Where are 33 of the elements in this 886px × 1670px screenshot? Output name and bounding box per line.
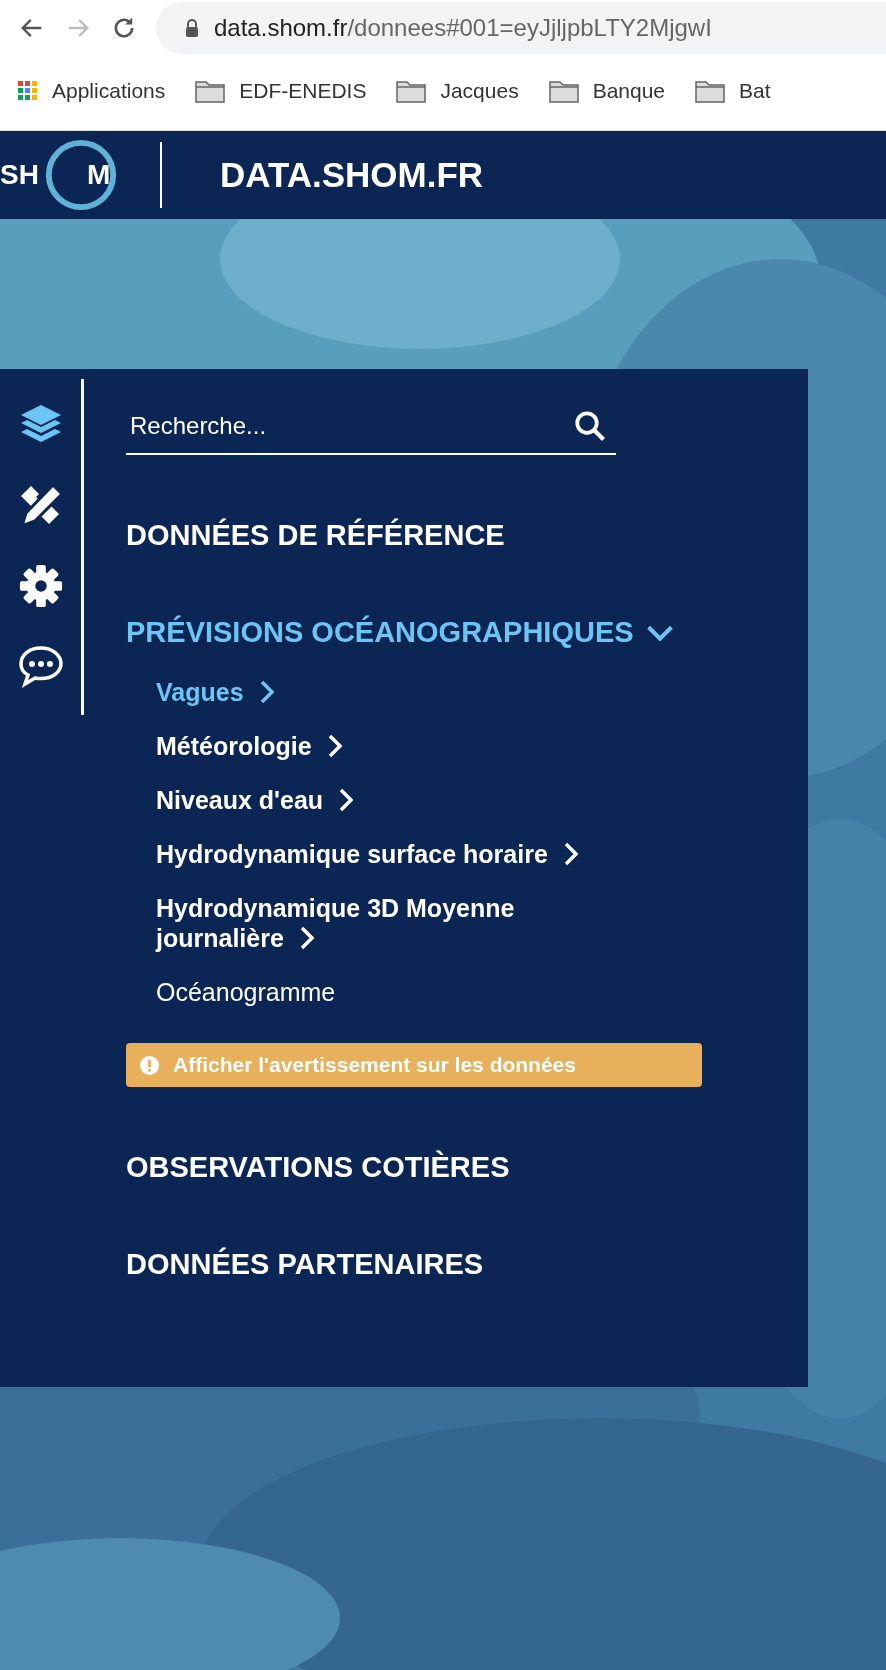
bookmark[interactable]: Applications bbox=[18, 79, 166, 103]
settings-icon[interactable] bbox=[17, 563, 64, 609]
apps-grid-icon bbox=[18, 81, 38, 101]
lock-icon bbox=[184, 19, 200, 37]
menu-item[interactable]: Niveaux d'eau bbox=[126, 785, 616, 815]
menu-item[interactable]: Hydrodynamique surface horaire bbox=[126, 839, 616, 869]
chevron-right-icon bbox=[327, 734, 342, 758]
bookmark[interactable]: Jacques bbox=[396, 79, 519, 103]
menu-item[interactable]: Vagues bbox=[126, 677, 616, 707]
bookmark[interactable]: Banque bbox=[548, 79, 666, 103]
chevron-right-icon bbox=[563, 842, 578, 866]
category-heading[interactable]: DONNÉES PARTENAIRES bbox=[126, 1248, 484, 1281]
search-field[interactable]: Recherche... bbox=[126, 412, 534, 440]
menu-item[interactable]: Océanogramme bbox=[126, 977, 616, 1007]
bookmark[interactable]: Bat bbox=[695, 79, 771, 103]
folder-icon bbox=[195, 79, 226, 103]
folder-icon bbox=[548, 79, 579, 103]
folder-icon bbox=[695, 79, 726, 103]
chevron-down-icon bbox=[645, 624, 674, 641]
exclamation-icon bbox=[140, 1055, 159, 1075]
category-heading[interactable]: PRÉVISIONS OCÉANOGRAPHIQUES bbox=[126, 616, 674, 649]
site-title: DATA.SHOM.FR bbox=[220, 155, 484, 195]
chevron-right-icon bbox=[339, 788, 354, 812]
bookmark[interactable]: EDF-ENEDIS bbox=[195, 79, 367, 103]
category-heading[interactable]: OBSERVATIONS COTIÈRES bbox=[126, 1151, 510, 1184]
folder-icon bbox=[396, 79, 427, 103]
address-bar[interactable]: data.shom.fr/donnees#001=eyJjljpbLTY2MjgwI bbox=[156, 2, 886, 54]
chevron-right-icon bbox=[259, 680, 274, 704]
menu-item[interactable]: Hydrodynamique 3D Moyenne journalière bbox=[126, 893, 616, 953]
menu-item[interactable]: Météorologie bbox=[126, 731, 616, 761]
chevron-right-icon bbox=[299, 926, 314, 950]
logo[interactable]: SH M bbox=[0, 131, 150, 219]
category-heading[interactable]: DONNÉES DE RÉFÉRENCE bbox=[126, 519, 505, 552]
